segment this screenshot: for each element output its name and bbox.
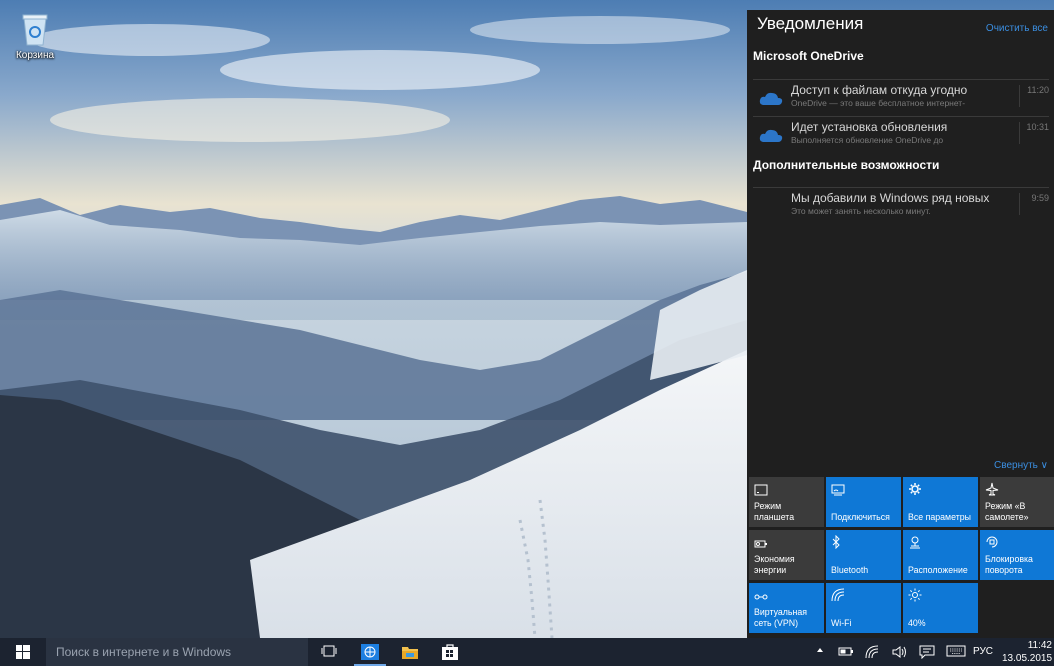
collapse-quick-actions-link[interactable]: Свернуть ∨ [994, 460, 1048, 471]
location-icon [908, 534, 924, 549]
quick-action-label: Bluetooth [831, 565, 869, 575]
settings-gear-icon [908, 481, 924, 495]
notification-body: Это может занять несколько минут. [791, 206, 931, 216]
quick-action-label: Все параметры [908, 512, 971, 522]
notification-time: 10:31 [1019, 122, 1049, 144]
quick-action-wifi[interactable]: Wi-Fi [826, 583, 901, 633]
quick-action-label: Подключиться [831, 512, 890, 522]
recycle-bin-shortcut[interactable]: Корзина [10, 12, 60, 61]
onedrive-cloud-icon [759, 90, 783, 106]
clear-all-link[interactable]: Очистить все [986, 23, 1048, 34]
vpn-icon [754, 587, 770, 601]
notification-item[interactable]: Доступ к файлам откуда угодно OneDrive —… [753, 79, 1049, 115]
search-box[interactable]: Поиск в интернете и в Windows [46, 638, 308, 666]
rotation-lock-icon [985, 534, 1001, 548]
notification-title: Мы добавили в Windows ряд новых [791, 191, 990, 205]
wifi-icon [831, 587, 847, 602]
quick-action-label: Расположение [908, 565, 968, 575]
notification-item[interactable]: Идет установка обновления Выполняется об… [753, 116, 1049, 152]
brightness-icon [908, 587, 924, 602]
notification-title: Идет установка обновления [791, 120, 948, 134]
onedrive-cloud-icon [759, 127, 783, 143]
quick-action-airplane-mode[interactable]: Режим «В самолете» [980, 477, 1054, 527]
folder-icon [402, 647, 418, 659]
notification-body: OneDrive — это ваше бесплатное интернет- [791, 98, 966, 108]
start-button[interactable] [0, 638, 46, 666]
notification-group-extras[interactable]: Дополнительные возможности [753, 158, 939, 172]
network-tray-button[interactable] [862, 638, 884, 666]
task-view-icon [321, 645, 337, 657]
tablet-mode-icon [754, 481, 770, 496]
browser-globe-icon [361, 644, 379, 660]
notification-message-icon [919, 645, 935, 659]
quick-action-rotation-lock[interactable]: Блокировка поворота [980, 530, 1054, 580]
quick-action-label: Экономия энергии [754, 554, 795, 575]
bluetooth-icon [831, 534, 847, 550]
input-language-indicator[interactable]: РУС [973, 646, 993, 657]
taskbar-app-edge[interactable] [350, 638, 390, 666]
notification-group-onedrive[interactable]: Microsoft OneDrive [753, 49, 864, 63]
notification-item[interactable]: Мы добавили в Windows ряд новых Это може… [753, 187, 1049, 223]
notification-body: Выполняется обновление OneDrive до [791, 135, 944, 145]
quick-action-all-settings[interactable]: Все параметры [903, 477, 978, 527]
system-clock[interactable]: 11:42 13.05.2015 [1002, 639, 1052, 665]
recycle-bin-icon [20, 12, 50, 46]
search-placeholder: Поиск в интернете и в Windows [56, 645, 232, 659]
taskbar: Поиск в интернете и в Windows РУС 11:42 … [0, 638, 1054, 666]
quick-action-label: Wi-Fi [831, 618, 852, 628]
battery-icon [838, 647, 853, 656]
quick-action-brightness[interactable]: 40% [903, 583, 978, 633]
quick-action-label: Блокировка поворота [985, 554, 1033, 575]
quick-action-bluetooth[interactable]: Bluetooth [826, 530, 901, 580]
action-center-panel: Уведомления Очистить все Microsoft OneDr… [747, 10, 1054, 638]
speaker-icon [892, 646, 906, 658]
quick-action-label: Виртуальная сеть (VPN) [754, 607, 808, 628]
action-center-header: Уведомления Очистить все [747, 10, 1054, 46]
touch-keyboard-button[interactable] [943, 638, 969, 666]
keyboard-icon [946, 645, 966, 657]
recycle-bin-label: Корзина [15, 50, 55, 61]
quick-action-location[interactable]: Расположение [903, 530, 978, 580]
connect-icon [831, 481, 847, 496]
quick-action-connect[interactable]: Подключиться [826, 477, 901, 527]
show-hidden-icons-button[interactable] [812, 638, 830, 666]
windows-logo-icon [16, 645, 30, 659]
battery-saver-icon [754, 534, 770, 548]
taskbar-app-store[interactable] [430, 638, 470, 666]
chevron-up-icon [817, 648, 823, 652]
action-center-title: Уведомления [757, 14, 864, 33]
notification-title: Доступ к файлам откуда угодно [791, 83, 968, 97]
quick-action-label: Режим планшета [754, 501, 795, 522]
clock-date: 13.05.2015 [1002, 653, 1053, 664]
action-center-tray-button[interactable] [916, 638, 938, 666]
store-bag-icon [442, 644, 458, 660]
quick-action-label: 40% [908, 618, 926, 628]
task-view-button[interactable] [310, 638, 350, 666]
quick-actions-grid: Режим планшета Подключиться Все параметр… [749, 477, 1054, 635]
notification-time: 11:20 [1019, 85, 1049, 107]
quick-action-label: Режим «В самолете» [985, 501, 1029, 522]
clock-time: 11:42 [1027, 640, 1052, 651]
quick-action-tablet-mode[interactable]: Режим планшета [749, 477, 824, 527]
battery-tray-button[interactable] [835, 638, 857, 666]
notification-time: 9:59 [1019, 193, 1049, 215]
quick-action-battery-saver[interactable]: Экономия энергии [749, 530, 824, 580]
quick-action-vpn[interactable]: Виртуальная сеть (VPN) [749, 583, 824, 633]
volume-tray-button[interactable] [889, 638, 911, 666]
airplane-icon [985, 481, 1001, 496]
wifi-icon [865, 645, 879, 659]
taskbar-app-file-explorer[interactable] [390, 638, 430, 666]
